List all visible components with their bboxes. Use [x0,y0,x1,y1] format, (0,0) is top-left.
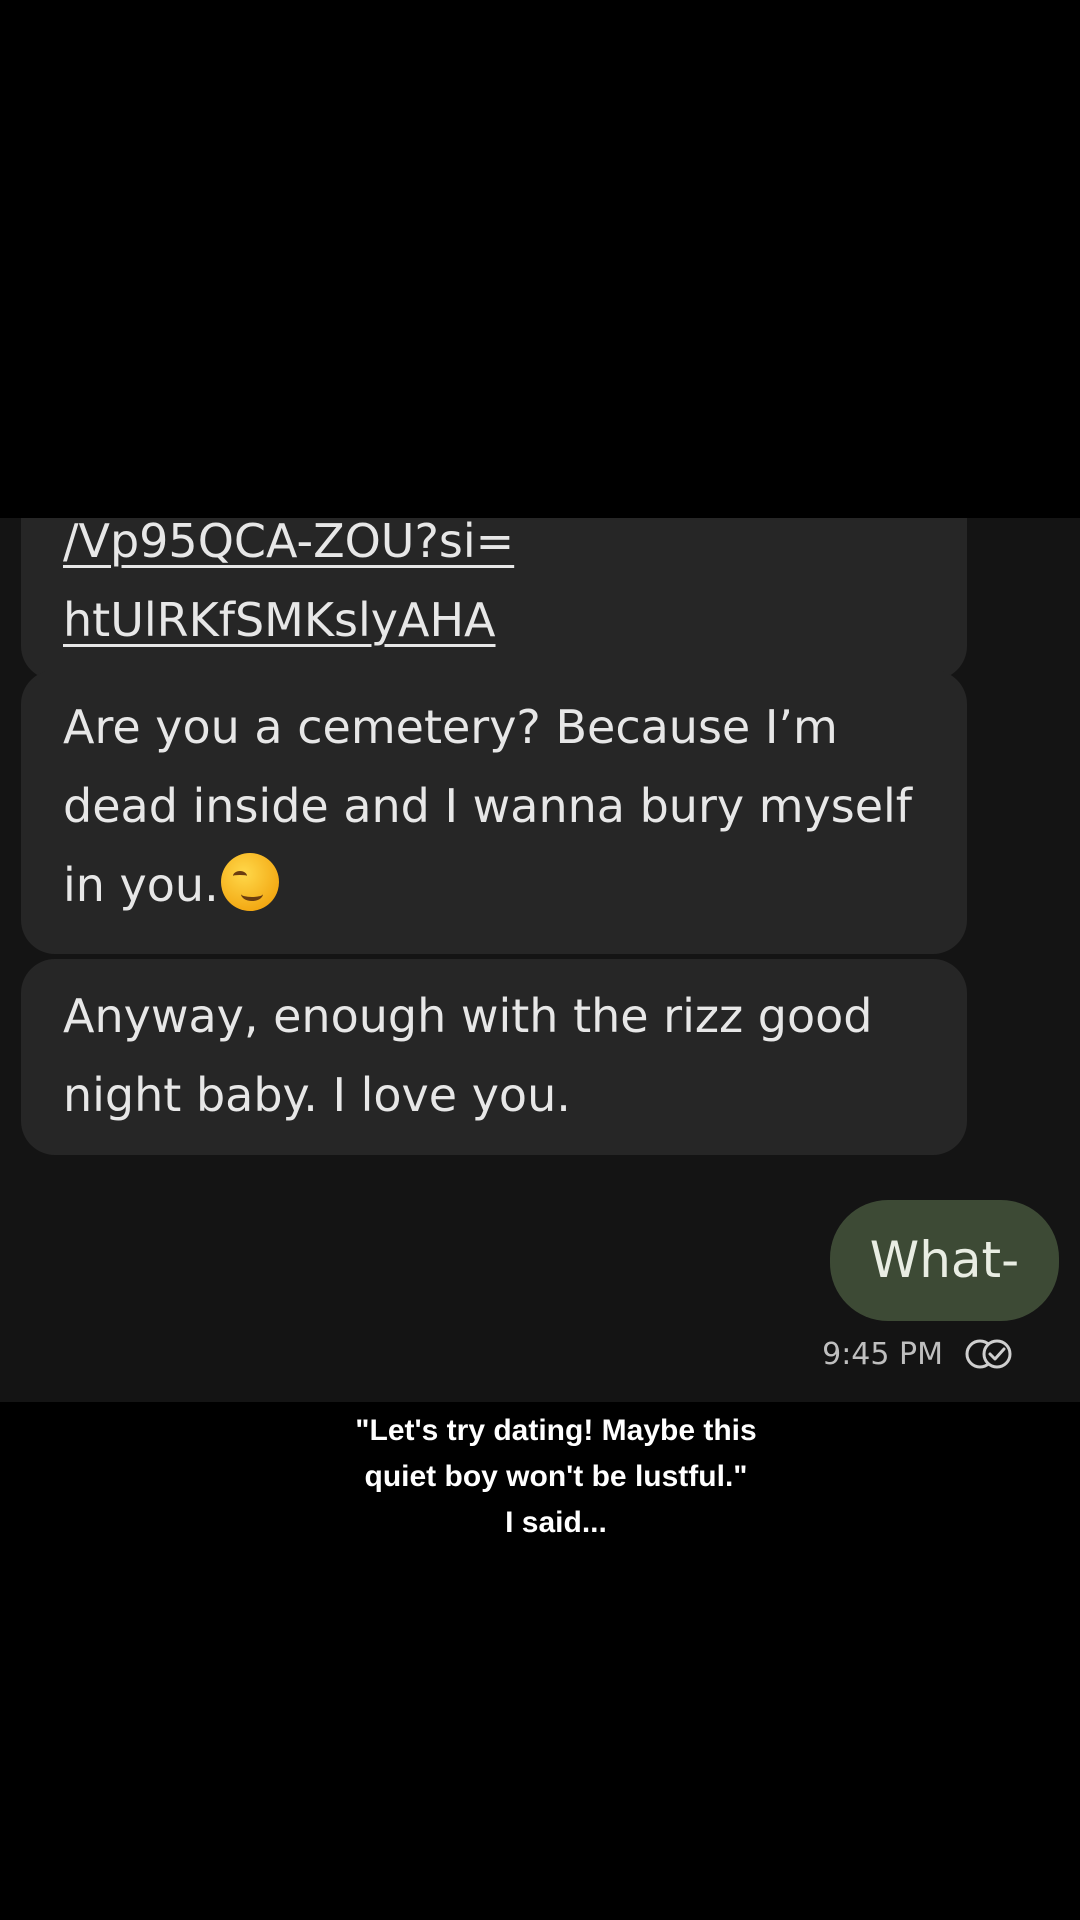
message-timestamp: 9:45 PM [822,1336,943,1372]
video-caption: "Let's try dating! Maybe this quiet boy … [0,1408,1080,1546]
message-text-fragment: in you. [63,858,219,912]
message-text-line: dead inside and I wanna bury myself [63,779,912,833]
message-text-line: Are you a cemetery? Because I’m [63,700,838,754]
message-text-line: in you. [63,846,925,925]
read-receipt-icon [965,1339,1012,1369]
message-text-line: night baby. I love you. [63,1068,571,1122]
smirking-face-emoji-icon [220,853,279,911]
incoming-message-link[interactable]: /Vp95QCA-ZOU?si= htUlRKfSMKslyAHA [21,518,967,680]
message-text-line: Anyway, enough with the rizz good [63,989,873,1043]
conversation-view[interactable]: /Vp95QCA-ZOU?si= htUlRKfSMKslyAHA Are yo… [0,518,1080,1402]
caption-line: quiet boy won't be lustful." [364,1460,748,1493]
incoming-message-cemetery[interactable]: Are you a cemetery? Because I’m dead ins… [21,670,967,954]
caption-line: "Let's try dating! Maybe this [355,1414,757,1447]
outgoing-message-text: What- [869,1231,1020,1289]
message-link-line-1[interactable]: /Vp95QCA-ZOU?si= [63,518,925,581]
message-status: 9:45 PM [822,1334,1015,1374]
outgoing-message[interactable]: What- [830,1200,1059,1321]
caption-line: I said... [505,1506,607,1539]
screen: /Vp95QCA-ZOU?si= htUlRKfSMKslyAHA Are yo… [0,0,1080,1920]
incoming-message-goodnight[interactable]: Anyway, enough with the rizz good night … [21,959,967,1155]
message-link-line-2[interactable]: htUlRKfSMKslyAHA [63,581,925,660]
